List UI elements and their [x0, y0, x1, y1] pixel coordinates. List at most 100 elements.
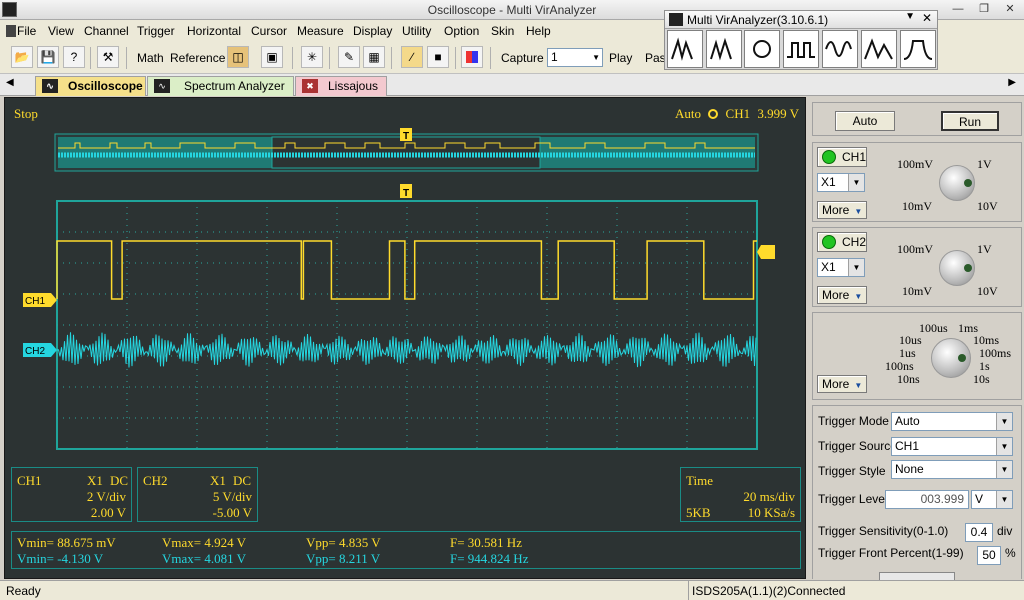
trigger-sensitivity-input[interactable]: 0.4 — [965, 523, 993, 542]
ch1-info-scale: 2 V/div — [86, 489, 126, 504]
trigger-mode-select[interactable]: Auto ▼ — [891, 412, 1013, 431]
ch2-toggle-button[interactable]: CH2 — [817, 232, 867, 252]
full-screen-icon[interactable]: ▣ — [261, 46, 283, 68]
ch2-info-panel[interactable]: CH2 X1 DC 5 V/div -5.00 V — [137, 467, 258, 522]
screenshot-icon[interactable]: ▦ — [363, 46, 385, 68]
time-info-depth: 5KB — [686, 505, 711, 520]
trigger-style-value: None — [895, 462, 924, 476]
scope-display[interactable]: Stop Auto CH1 3.999 V T T CH1 CH2 CH1 X1… — [4, 97, 806, 579]
trigger-level-unit-select[interactable]: V ▼ — [971, 490, 1013, 509]
math-button[interactable]: Math — [137, 51, 164, 65]
oscilloscope-icon: ∿ — [42, 79, 58, 93]
reference-button[interactable]: Reference — [170, 51, 225, 65]
timebase-knob[interactable] — [931, 338, 971, 378]
ch2-more-label: More — [822, 288, 850, 302]
stop-icon[interactable]: ■ — [427, 46, 449, 68]
trigger-slider[interactable] — [879, 572, 955, 580]
timebase-more-button[interactable]: More ▼ — [817, 375, 867, 393]
probe-icon[interactable]: ✎ — [338, 46, 360, 68]
menu-view[interactable]: View — [48, 24, 74, 38]
ch2-freq: F= 944.824 Hz — [450, 551, 529, 566]
menu-file[interactable]: File — [17, 24, 36, 38]
ch1-info-probe: X1 — [87, 473, 103, 488]
tab-lissajous[interactable]: ✖ Lissajous — [295, 76, 387, 96]
save-icon[interactable]: 💾 — [37, 46, 59, 68]
ch2-volts-knob[interactable] — [939, 250, 975, 286]
menu-cursor[interactable]: Cursor — [251, 24, 287, 38]
status-ready: Ready — [6, 584, 41, 598]
time-info-panel[interactable]: Time 20 ms/div 5KB 10 KSa/s — [680, 467, 801, 522]
control-panel: Auto Run CH1 X1 ▼ More ▼ 100mV 1V 10mV 10V… — [810, 97, 1024, 580]
dds-mode-button[interactable] — [822, 30, 858, 68]
knob-indicator-icon — [964, 179, 972, 187]
trigger-level-input[interactable]: 003.999 — [885, 490, 969, 509]
hammer-icon[interactable]: ⚒ — [97, 46, 119, 68]
close-icon[interactable]: ✕ — [1000, 2, 1020, 17]
auto-button[interactable]: Auto — [835, 111, 895, 131]
logic-mode-button[interactable] — [861, 30, 897, 68]
menu-measure[interactable]: Measure — [297, 24, 344, 38]
menu-channel[interactable]: Channel — [84, 24, 129, 38]
cursor-line-icon[interactable]: ∕ — [401, 46, 423, 68]
ch1-vmax: Vmax= 4.924 V — [162, 535, 247, 550]
time-info-scale: 20 ms/div — [743, 489, 795, 504]
restore-icon[interactable]: ❐ — [974, 2, 994, 17]
close-icon[interactable]: ✕ — [922, 11, 932, 25]
generator-mode-button[interactable] — [783, 30, 819, 68]
ch2-knob-1v: 1V — [977, 242, 992, 256]
ch1-probe-select[interactable]: X1 ▼ — [817, 173, 865, 192]
ch1-toggle-button[interactable]: CH1 — [817, 147, 867, 167]
play-button[interactable]: Play — [609, 51, 632, 65]
trigger-source-select[interactable]: CH1 ▼ — [891, 437, 1013, 456]
split-screen-icon[interactable]: ◫ — [227, 46, 249, 68]
tab-label: Lissajous — [328, 79, 379, 93]
menu-trigger[interactable]: Trigger — [137, 24, 175, 38]
ch1-volts-knob[interactable] — [939, 165, 975, 201]
menu-display[interactable]: Display — [353, 24, 392, 38]
ch1-info-coupling: DC — [110, 473, 129, 488]
system-menu-icon[interactable] — [6, 25, 16, 37]
timebase-100us: 100us — [919, 321, 948, 335]
trigger-source-label: Trigger Source — [818, 439, 897, 453]
ch1-probe-value: X1 — [821, 175, 836, 189]
capture-count-select[interactable]: 1 ▼ — [547, 48, 603, 67]
open-file-icon[interactable]: 📂 — [11, 46, 33, 68]
menu-skin[interactable]: Skin — [491, 24, 514, 38]
minimize-icon[interactable]: — — [948, 2, 968, 17]
tab-oscilloscope[interactable]: ∿ Oscilloscope — [35, 76, 146, 96]
oscilloscope-mode-button[interactable] — [667, 30, 703, 68]
color-palette-icon[interactable] — [461, 46, 483, 68]
scroll-left-icon[interactable]: ◀ — [6, 77, 14, 88]
recorder-mode-button[interactable] — [744, 30, 780, 68]
ch1-more-button[interactable]: More ▼ — [817, 201, 867, 219]
pulse-mode-button[interactable] — [900, 30, 936, 68]
auto-set-icon[interactable]: ✳ — [301, 46, 323, 68]
ch2-more-button[interactable]: More ▼ — [817, 286, 867, 304]
ch2-probe-select[interactable]: X1 ▼ — [817, 258, 865, 277]
ch1-control-group: CH1 X1 ▼ More ▼ 100mV 1V 10mV 10V — [812, 142, 1022, 222]
pause-button[interactable]: Pas — [645, 51, 666, 65]
menu-horizontal[interactable]: Horizontal — [187, 24, 241, 38]
menu-option[interactable]: Option — [444, 24, 479, 38]
ch2-control-group: CH2 X1 ▼ More ▼ 100mV 1V 10mV 10V — [812, 227, 1022, 307]
overview-trigger-marker: T — [403, 131, 409, 142]
memory-overview[interactable]: T — [54, 128, 759, 172]
capture-label: Capture — [501, 51, 544, 65]
spectrum-mode-button[interactable] — [706, 30, 742, 68]
dropdown-icon[interactable]: ▼ — [905, 11, 915, 22]
ch2-marker-label: CH2 — [25, 346, 45, 357]
tab-spectrum-analyzer[interactable]: ∿ Spectrum Analyzer — [147, 76, 294, 96]
ch1-info-panel[interactable]: CH1 X1 DC 2 V/div 2.00 V — [11, 467, 132, 522]
trigger-style-select[interactable]: None ▼ — [891, 460, 1013, 479]
help-icon[interactable]: ? — [63, 46, 85, 68]
trigger-front-input[interactable]: 50 — [977, 546, 1001, 565]
timebase-10s: 10s — [973, 372, 990, 386]
run-button[interactable]: Run — [941, 111, 999, 131]
trigger-level-marker[interactable] — [757, 245, 775, 259]
viranalyzer-title: Multi VirAnalyzer(3.10.6.1) — [687, 13, 829, 27]
menu-utility[interactable]: Utility — [402, 24, 431, 38]
ch1-vmin: Vmin= 88.675 mV — [17, 535, 116, 550]
scroll-right-icon[interactable]: ▶ — [1008, 77, 1016, 88]
chevron-down-icon: ▼ — [848, 259, 864, 276]
menu-help[interactable]: Help — [526, 24, 551, 38]
